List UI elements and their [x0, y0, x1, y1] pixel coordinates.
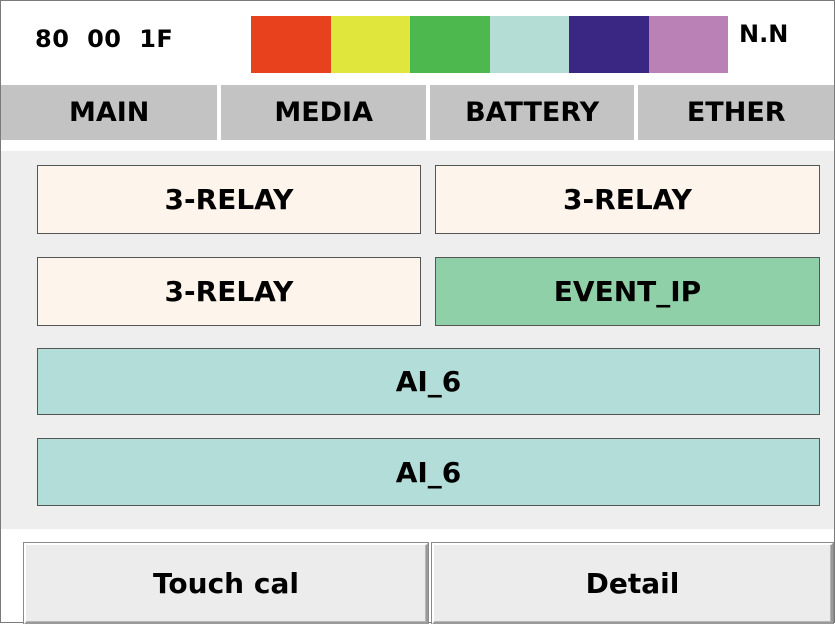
- relay-tile-1[interactable]: 3-RELAY: [37, 165, 421, 234]
- color-swatch-violet: [648, 16, 728, 73]
- tab-main[interactable]: MAIN: [1, 85, 218, 140]
- status-code: 80 00 1F: [35, 25, 174, 53]
- ai-tile-2[interactable]: AI_6: [37, 438, 820, 506]
- tab-ether[interactable]: ETHER: [638, 85, 834, 140]
- tab-battery[interactable]: BATTERY: [429, 85, 635, 140]
- device-screen: 80 00 1F N.N MAIN MEDIA BATTERY ETHER 3-…: [0, 0, 835, 624]
- status-indicator: N.N: [739, 20, 789, 48]
- detail-button[interactable]: Detail: [432, 543, 833, 624]
- relay-tile-3[interactable]: 3-RELAY: [37, 257, 421, 326]
- bottom-bar: Touch cal Detail: [1, 529, 834, 624]
- touch-cal-button[interactable]: Touch cal: [24, 543, 428, 624]
- module-panel: 3-RELAY 3-RELAY 3-RELAY EVENT_IP AI_6 AI…: [1, 151, 834, 529]
- color-swatch-green: [410, 16, 490, 73]
- color-swatch-aqua: [489, 16, 569, 73]
- color-bar: [251, 16, 728, 73]
- tab-bar: MAIN MEDIA BATTERY ETHER: [1, 85, 834, 140]
- color-swatch-indigo: [569, 16, 649, 73]
- relay-tile-2[interactable]: 3-RELAY: [435, 165, 820, 234]
- status-bar: 80 00 1F N.N: [1, 1, 834, 85]
- color-swatch-red: [251, 16, 331, 73]
- ai-tile-1[interactable]: AI_6: [37, 348, 820, 415]
- tab-media[interactable]: MEDIA: [221, 85, 426, 140]
- color-swatch-yellow: [330, 16, 410, 73]
- event-ip-tile[interactable]: EVENT_IP: [435, 257, 820, 326]
